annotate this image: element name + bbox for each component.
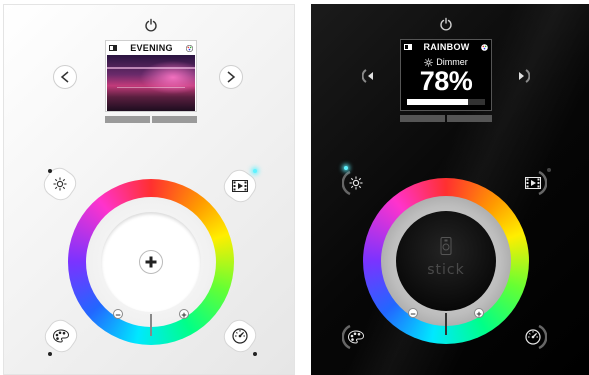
power-icon[interactable] [439,17,453,31]
wheel-plus-button[interactable]: + [474,308,484,319]
palette-icon [481,43,488,51]
scene-title: EVENING [130,43,173,53]
speed-button[interactable] [518,322,548,352]
film-icon [232,180,248,192]
dimmer-bar-fill [407,99,468,105]
color-wheel[interactable]: stick − + [363,178,529,344]
button-arc [342,324,351,350]
wheel-inner-ring: stick − + [381,196,511,335]
dimmer-value: 78% [419,66,473,96]
power-icon[interactable] [144,18,158,32]
stick-logo-icon [440,237,452,255]
dimmer-icon [53,177,67,191]
add-button[interactable] [139,250,163,274]
scene-title: RAINBOW [423,42,470,52]
speed-led [253,352,257,356]
wheel-minus-button[interactable]: − [113,309,123,320]
screen-tab-right[interactable] [152,116,197,123]
wheel-center [101,212,201,312]
stick-logo: stick [423,237,469,278]
chevron-left-icon [362,69,373,83]
scene-icon [109,45,117,51]
screen-tab-right[interactable] [447,115,492,122]
dimmer-button[interactable] [341,168,371,198]
screen-tabs [105,116,197,123]
screen-tab-left[interactable] [400,115,445,122]
scene-icon [404,44,412,50]
wheel-divider [150,314,152,336]
screen-tabs [400,115,492,122]
color-button[interactable] [40,315,82,357]
dimmer-button[interactable] [39,163,81,205]
speed-icon [232,328,248,344]
display-screen: RAINBOW Dimmer 78% [400,39,492,111]
wheel-divider [445,313,447,335]
button-arc [342,170,351,196]
plus-icon [145,256,157,268]
button-arc [538,170,547,196]
speed-button[interactable] [219,315,261,357]
scene-preview-image [107,55,195,111]
chevron-right-icon [519,69,530,83]
color-led [48,352,52,356]
scenes-button[interactable] [518,168,548,198]
previous-button[interactable] [53,65,77,89]
button-arc [538,324,547,350]
chevron-left-icon [60,71,69,83]
color-palette-icon [53,329,69,343]
white-controller-panel: EVENING − + [3,4,295,375]
screen-tab-left[interactable] [105,116,150,123]
dimmer-bar [407,99,485,105]
dimmer-led-active [344,166,348,170]
color-button[interactable] [341,322,371,352]
palette-icon [186,44,193,52]
wheel-center: stick [396,211,496,311]
scenes-led [547,168,551,172]
wheel-inner-ring: − + [86,197,216,336]
logo-text: stick [427,262,465,278]
scenes-led-active [253,169,257,173]
wheel-plus-button[interactable]: + [179,309,189,320]
next-button[interactable] [219,65,243,89]
black-controller-panel: RAINBOW Dimmer 78% stick − + [311,4,589,375]
color-wheel[interactable]: − + [68,179,234,345]
wheel-minus-button[interactable]: − [408,308,418,319]
previous-button[interactable] [358,64,382,88]
next-button[interactable] [510,64,534,88]
dimmer-led [48,169,52,173]
display-screen: EVENING [105,40,197,112]
chevron-right-icon [227,71,236,83]
